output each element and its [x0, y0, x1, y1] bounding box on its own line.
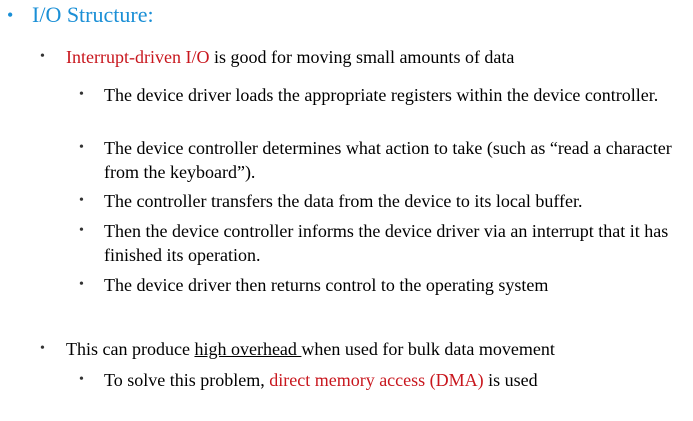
slide: • I/O Structure: • Interrupt-driven I/O …	[0, 0, 693, 421]
bullet-interrupt-driven: • Interrupt-driven I/O is good for movin…	[40, 45, 680, 69]
subpoint-2: • The device controller determines what …	[79, 136, 685, 184]
subpoint-5: • The device driver then returns control…	[79, 273, 685, 297]
subpoint-text: The device controller determines what ac…	[104, 138, 672, 182]
bullet-text: This can produce high overhead when used…	[66, 337, 680, 361]
slide-heading: I/O Structure:	[32, 2, 154, 27]
bullet-icon: •	[79, 87, 84, 102]
underlined-term: high overhead	[194, 339, 302, 359]
bullet-before: This can produce	[66, 339, 195, 359]
subpoint-1: • The device driver loads the appropriat…	[79, 83, 685, 107]
subpoint-dma: • To solve this problem, direct memory a…	[79, 368, 685, 392]
subpoint-after: is used	[483, 370, 538, 390]
bullet-icon: •	[40, 49, 45, 64]
subpoint-text: The controller transfers the data from t…	[104, 191, 583, 211]
subpoint-text: To solve this problem, direct memory acc…	[104, 368, 685, 392]
subpoint-before: To solve this problem,	[104, 370, 270, 390]
bullet-icon: •	[79, 372, 84, 387]
subpoint-3: • The controller transfers the data from…	[79, 189, 685, 213]
heading-item: • I/O Structure:	[7, 3, 677, 27]
bullet-icon: •	[7, 5, 14, 25]
highlight-term: direct memory access (DMA)	[269, 370, 484, 390]
bullet-after: when used for bulk data movement	[301, 339, 555, 359]
highlight-term: Interrupt-driven I/O	[66, 47, 210, 67]
subpoint-text: The device driver loads the appropriate …	[104, 85, 659, 105]
bullet-icon: •	[79, 140, 84, 155]
bullet-icon: •	[79, 193, 84, 208]
bullet-icon: •	[79, 277, 84, 292]
subpoint-4: • Then the device controller informs the…	[79, 219, 685, 267]
bullet-overhead: • This can produce high overhead when us…	[40, 337, 680, 361]
subpoint-text: Then the device controller informs the d…	[104, 221, 669, 265]
bullet-rest: is good for moving small amounts of data	[209, 47, 515, 67]
bullet-icon: •	[40, 341, 45, 356]
bullet-text: Interrupt-driven I/O is good for moving …	[66, 45, 680, 69]
subpoint-text: The device driver then returns control t…	[104, 275, 549, 295]
bullet-icon: •	[79, 223, 84, 238]
